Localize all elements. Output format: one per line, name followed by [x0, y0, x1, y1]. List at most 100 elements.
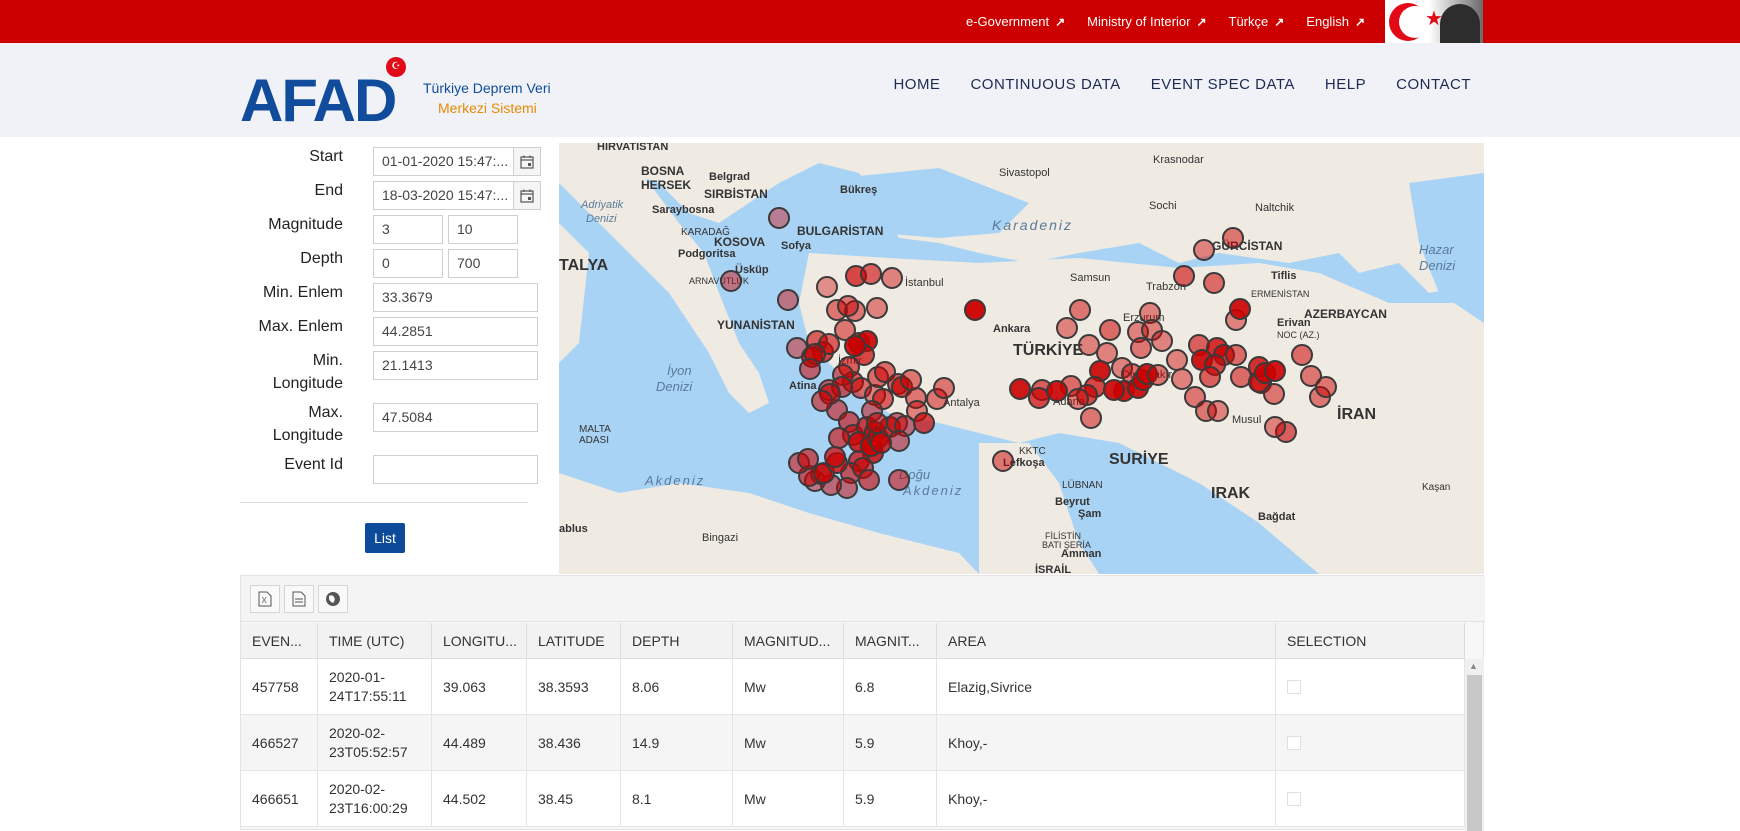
earthquake-marker[interactable]: [933, 377, 955, 399]
earthquake-marker[interactable]: [881, 267, 903, 289]
earthquake-marker[interactable]: [1291, 344, 1313, 366]
earthquake-marker[interactable]: [888, 469, 910, 491]
column-header-magnitude[interactable]: MAGNIT...: [844, 623, 937, 659]
earthquake-marker[interactable]: [992, 450, 1014, 472]
table-row[interactable]: 457758 2020-01- 24T17:55:11 39.063 38.359…: [241, 659, 1465, 715]
column-header-depth[interactable]: DEPTH: [621, 623, 733, 659]
earthquake-marker[interactable]: [1166, 349, 1188, 371]
column-header-event-id[interactable]: EVEN...: [241, 623, 318, 659]
earthquake-marker[interactable]: [1193, 239, 1215, 261]
earthquake-marker[interactable]: [1099, 319, 1121, 341]
column-header-area[interactable]: AREA: [937, 623, 1276, 659]
earthquake-marker[interactable]: [816, 276, 838, 298]
nav-help[interactable]: HELP: [1325, 76, 1366, 93]
earthquake-marker[interactable]: [1264, 360, 1286, 382]
external-arrow-icon: ↗: [1354, 14, 1365, 29]
row-select-checkbox[interactable]: [1287, 680, 1301, 694]
scroll-up-icon[interactable]: ▲: [1469, 661, 1478, 671]
earthquake-marker[interactable]: [900, 369, 922, 391]
earthquake-marker[interactable]: [824, 446, 846, 468]
earthquake-marker[interactable]: [1009, 378, 1031, 400]
earthquake-marker[interactable]: [1078, 334, 1100, 356]
nav-continuous-data[interactable]: CONTINUOUS DATA: [970, 76, 1120, 93]
earthquake-marker[interactable]: [1151, 330, 1173, 352]
start-date-input[interactable]: 01-01-2020 15:47:...: [373, 147, 514, 176]
earthquake-marker[interactable]: [860, 263, 882, 285]
earthquake-marker[interactable]: [777, 289, 799, 311]
earthquake-marker[interactable]: [1171, 368, 1193, 390]
earthquake-marker[interactable]: [870, 432, 892, 454]
earthquake-marker[interactable]: [1222, 227, 1244, 249]
magnitude-min-input[interactable]: 3: [373, 215, 443, 244]
earthquake-marker[interactable]: [858, 469, 880, 491]
column-header-magnitude-type[interactable]: MAGNITUD...: [733, 623, 844, 659]
earthquake-marker[interactable]: [1067, 388, 1089, 410]
start-calendar-button[interactable]: [513, 147, 541, 176]
ministry-link[interactable]: Ministry of Interior ↗: [1087, 14, 1206, 29]
earthquake-marker[interactable]: [1264, 416, 1286, 438]
earthquake-marker[interactable]: [720, 270, 742, 292]
column-header-latitude[interactable]: LATITUDE: [527, 623, 621, 659]
earthquake-marker[interactable]: [768, 207, 790, 229]
earthquake-marker[interactable]: [1056, 317, 1078, 339]
column-header-time[interactable]: TIME (UTC): [318, 623, 432, 659]
earthquake-marker[interactable]: [1199, 366, 1221, 388]
end-calendar-button[interactable]: [513, 181, 541, 210]
max-lat-input[interactable]: 44.2851: [373, 317, 538, 346]
earthquake-marker[interactable]: [1225, 344, 1247, 366]
earthquake-marker[interactable]: [964, 299, 986, 321]
earthquake-marker[interactable]: [799, 358, 821, 380]
min-lon-input[interactable]: 21.1413: [373, 351, 538, 380]
cell-latitude: 38.3593: [527, 659, 621, 715]
earthquake-marker[interactable]: [811, 390, 833, 412]
export-excel-button[interactable]: X: [250, 585, 280, 613]
earthquake-marker[interactable]: [1147, 364, 1169, 386]
table-row[interactable]: 466527 2020-02- 23T05:52:57 44.489 38.436…: [241, 715, 1465, 771]
magnitude-max-input[interactable]: 10: [448, 215, 518, 244]
list-button[interactable]: List: [365, 523, 405, 553]
depth-max-input[interactable]: 700: [448, 249, 518, 278]
earthquake-marker[interactable]: [837, 295, 859, 317]
depth-min-input[interactable]: 0: [373, 249, 443, 278]
column-header-longitude[interactable]: LONGITU...: [432, 623, 527, 659]
earthquake-marker[interactable]: [1046, 380, 1068, 402]
earthquake-marker[interactable]: [913, 412, 935, 434]
earthquake-marker[interactable]: [1315, 376, 1337, 398]
earthquake-marker[interactable]: [797, 448, 819, 470]
earthquake-marker[interactable]: [1230, 366, 1252, 388]
min-lat-input[interactable]: 33.3679: [373, 283, 538, 312]
event-id-input[interactable]: [373, 455, 538, 484]
earthquake-marker[interactable]: [828, 427, 850, 449]
earthquake-marker[interactable]: [1080, 407, 1102, 429]
row-select-checkbox[interactable]: [1287, 736, 1301, 750]
egov-link[interactable]: e-Government ↗: [966, 14, 1065, 29]
row-select-checkbox[interactable]: [1287, 792, 1301, 806]
earthquake-marker[interactable]: [844, 335, 866, 357]
export-csv-button[interactable]: [284, 585, 314, 613]
export-map-button[interactable]: [318, 585, 348, 613]
table-scrollbar[interactable]: ▲: [1465, 659, 1484, 831]
earthquake-marker[interactable]: [1207, 400, 1229, 422]
earthquake-marker[interactable]: [1229, 298, 1251, 320]
earthquake-marker[interactable]: [866, 412, 888, 434]
english-link[interactable]: English ↗: [1306, 14, 1365, 29]
column-header-selection[interactable]: SELECTION: [1276, 623, 1465, 659]
earthquake-marker[interactable]: [1203, 272, 1225, 294]
earthquake-marker[interactable]: [1173, 265, 1195, 287]
nav-contact[interactable]: CONTACT: [1396, 76, 1471, 93]
max-lon-input[interactable]: 47.5084: [373, 403, 538, 432]
nav-event-spec-data[interactable]: EVENT SPEC DATA: [1151, 76, 1295, 93]
map-canvas[interactable]: HIRVATİSTAN BOSNA HERSEK Belgrad SIRBİST…: [559, 143, 1484, 574]
nav-home[interactable]: HOME: [893, 76, 940, 93]
earthquake-marker[interactable]: [1069, 299, 1091, 321]
end-date-input[interactable]: 18-03-2020 15:47:...: [373, 181, 514, 210]
turkish-link[interactable]: Türkçe ↗: [1229, 14, 1285, 29]
earthquake-marker[interactable]: [1130, 337, 1152, 359]
afad-logo[interactable]: AFAD: [240, 71, 397, 131]
table-row[interactable]: 466651 2020-02- 23T16:00:29 44.502 38.45 …: [241, 771, 1465, 827]
earthquake-marker[interactable]: [1103, 379, 1125, 401]
earthquake-marker[interactable]: [888, 430, 910, 452]
scrollbar-thumb[interactable]: [1467, 675, 1482, 831]
earthquake-map[interactable]: HIRVATİSTAN BOSNA HERSEK Belgrad SIRBİST…: [559, 143, 1484, 574]
earthquake-marker[interactable]: [866, 297, 888, 319]
